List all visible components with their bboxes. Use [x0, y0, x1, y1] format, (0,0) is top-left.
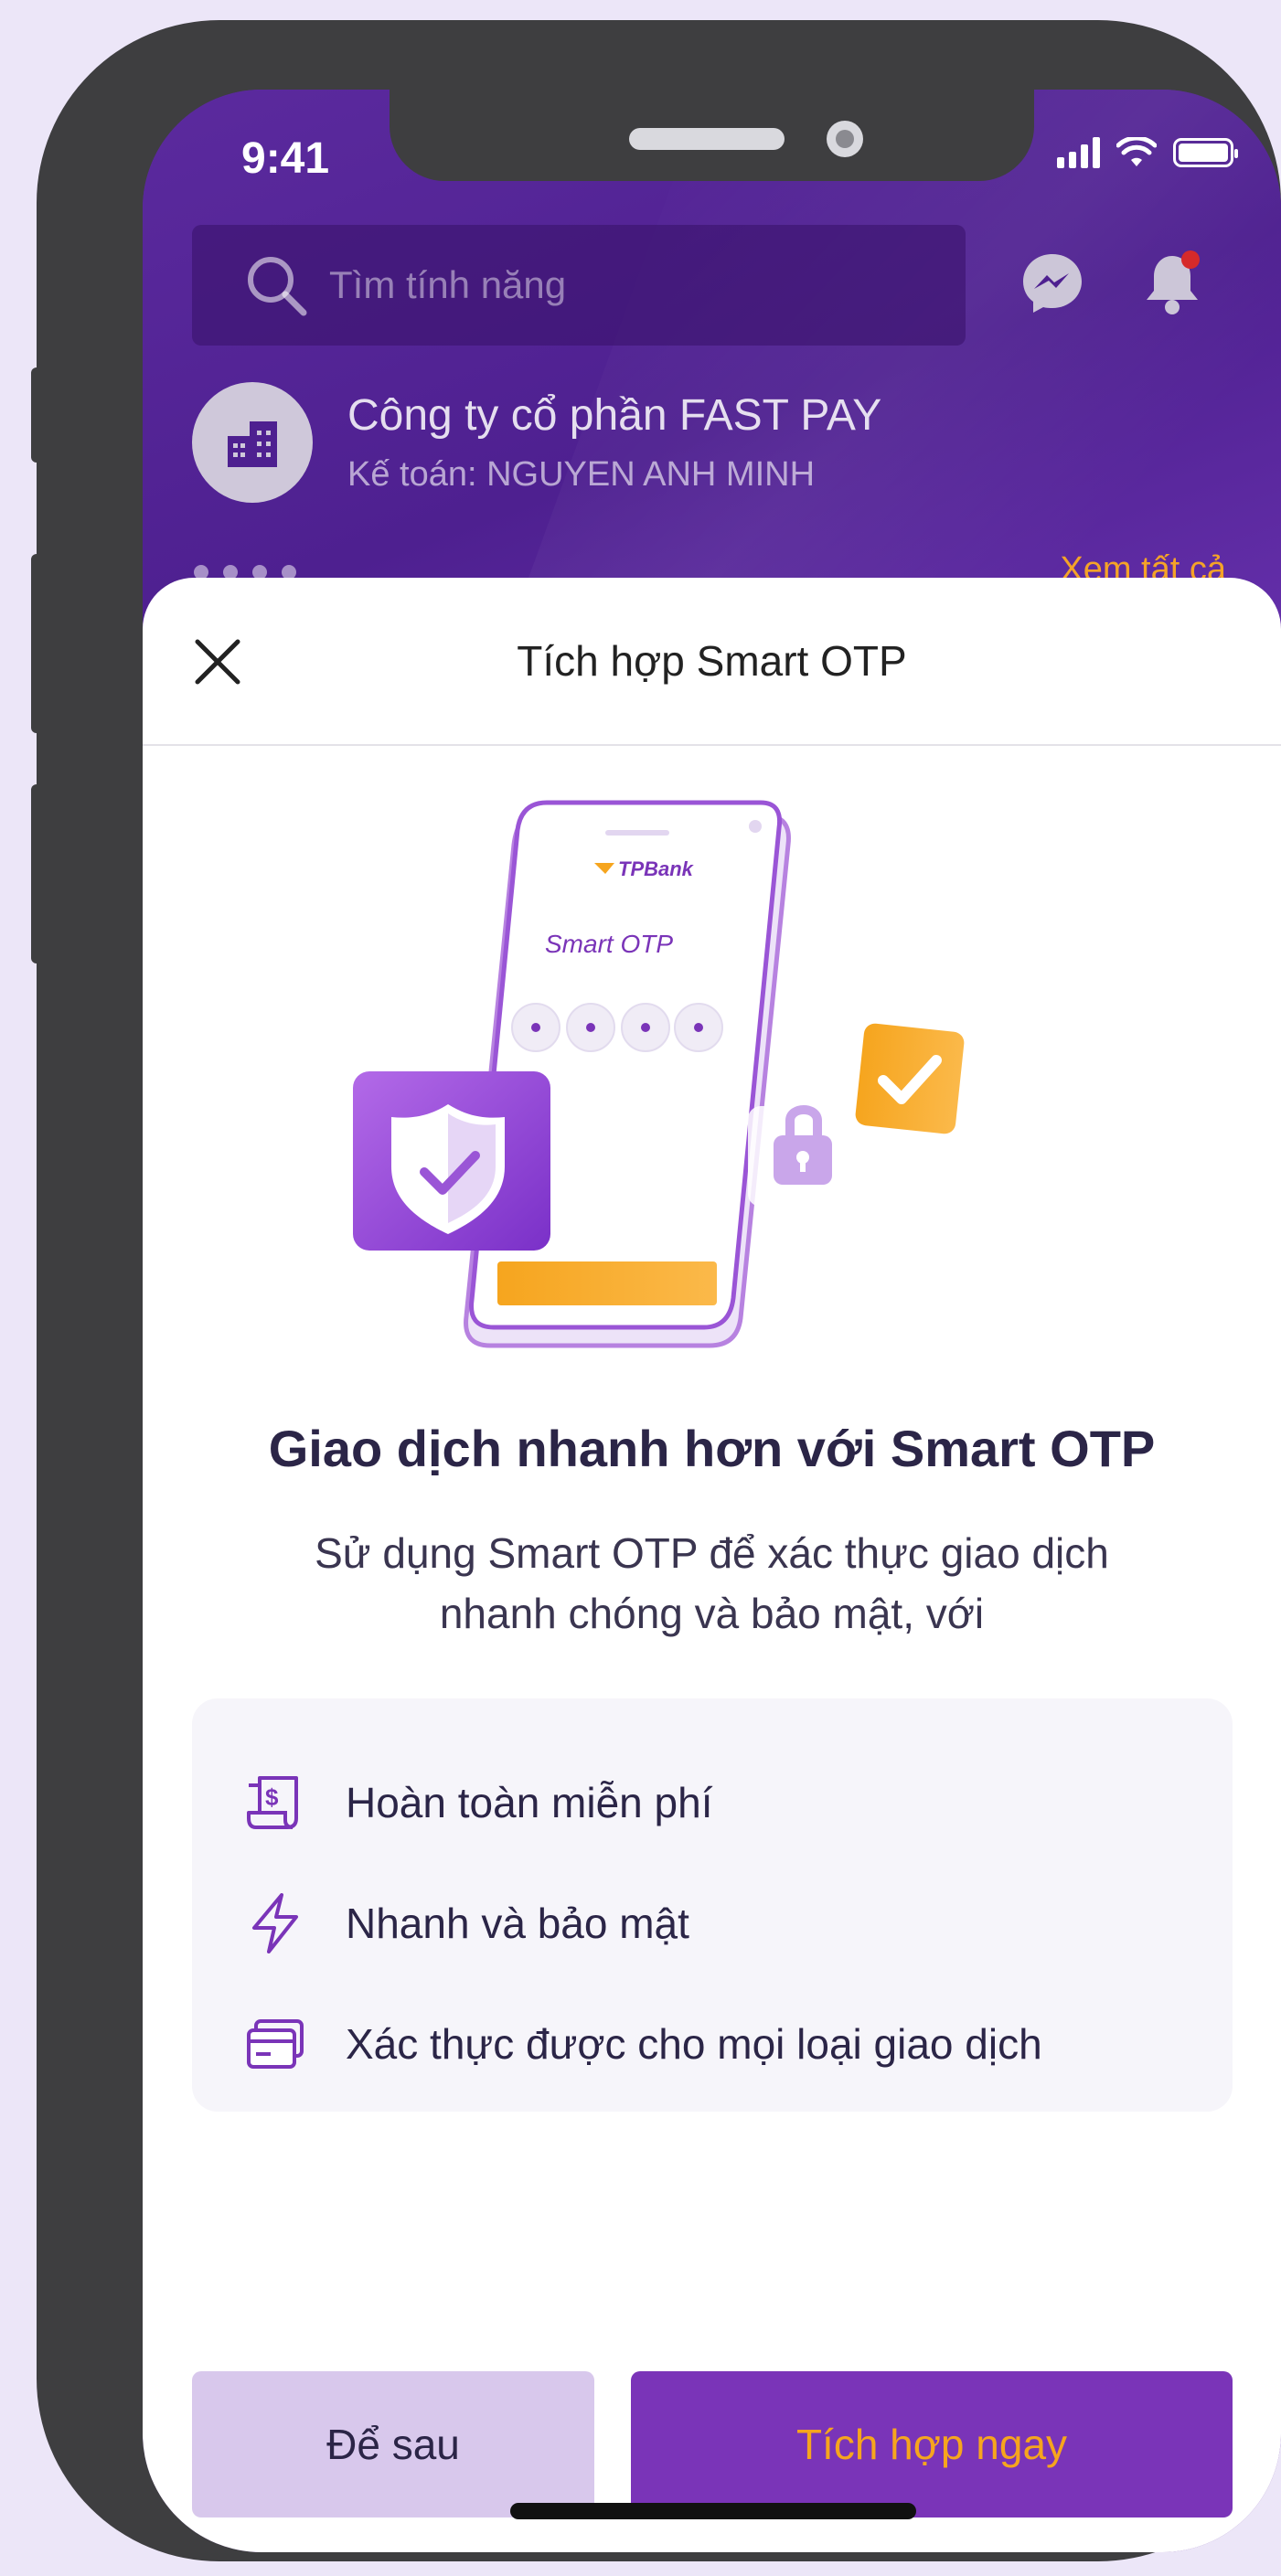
company-logo	[192, 382, 313, 503]
building-icon	[228, 421, 277, 467]
company-role: Kế toán: NGUYEN ANH MINH	[347, 455, 816, 494]
svg-text:$: $	[265, 1783, 279, 1811]
phone-notch	[390, 90, 1034, 181]
battery-icon	[1173, 138, 1238, 167]
search-input[interactable]: Tìm tính năng	[192, 225, 966, 346]
feature-label: Xác thực được cho mọi loại giao dịch	[346, 2020, 1042, 2068]
search-placeholder: Tìm tính năng	[329, 263, 567, 306]
smart-otp-sheet: Tích hợp Smart OTP TPBank Smart OTP Giao…	[143, 578, 1281, 2552]
integrate-now-button[interactable]: Tích hợp ngay	[631, 2371, 1233, 2517]
card-icon	[247, 2019, 304, 2069]
phone-screen: 9:41 Tìm tính năng Công ty cổ phần FAST …	[143, 90, 1281, 2552]
search-icon	[248, 257, 307, 316]
smart-otp-label: Smart OTP	[545, 930, 673, 958]
sheet-header: Tích hợp Smart OTP	[143, 578, 1281, 746]
company-card[interactable]: Công ty cổ phần FAST PAY Kế toán: NGUYEN…	[192, 382, 881, 503]
feature-list: $ Hoàn toàn miễn phí Nhanh và bảo mật Xá…	[192, 1698, 1233, 2112]
sheet-headline: Giao dịch nhanh hơn với Smart OTP	[268, 1420, 1156, 1477]
sheet-title: Tích hợp Smart OTP	[517, 637, 907, 685]
messenger-icon[interactable]	[1016, 247, 1089, 320]
status-icons	[1057, 137, 1238, 168]
home-indicator[interactable]	[510, 2503, 916, 2519]
lightning-icon	[252, 1893, 298, 1953]
feature-item: Nhanh và bảo mật	[243, 1863, 1233, 1984]
phone-frame: 9:41 Tìm tính năng Công ty cổ phần FAST …	[37, 20, 1281, 2561]
status-time: 9:41	[241, 134, 330, 183]
sheet-description: Sử dụng Smart OTP để xác thực giao dịch …	[252, 1523, 1171, 1644]
wifi-icon	[1116, 137, 1157, 166]
signal-icon	[1057, 137, 1100, 168]
description-line-2: nhanh chóng và bảo mật, với	[439, 1590, 985, 1637]
feature-item: $ Hoàn toàn miễn phí	[243, 1742, 1233, 1863]
front-camera	[827, 121, 863, 157]
notification-bell-icon[interactable]	[1136, 247, 1209, 320]
feature-label: Hoàn toàn miễn phí	[346, 1779, 713, 1826]
later-button[interactable]: Để sau	[192, 2371, 594, 2517]
feature-label: Nhanh và bảo mật	[346, 1900, 689, 1947]
smart-otp-illustration: TPBank Smart OTP	[353, 800, 965, 1348]
company-name: Công ty cổ phần FAST PAY	[347, 391, 882, 440]
receipt-dollar-icon: $	[247, 1776, 298, 1829]
description-line-1: Sử dụng Smart OTP để xác thực giao dịch	[315, 1529, 1109, 1577]
feature-item: Xác thực được cho mọi loại giao dịch	[243, 1984, 1233, 2104]
tpbank-logo-text: TPBank	[618, 857, 695, 880]
speaker-grille	[629, 128, 785, 150]
